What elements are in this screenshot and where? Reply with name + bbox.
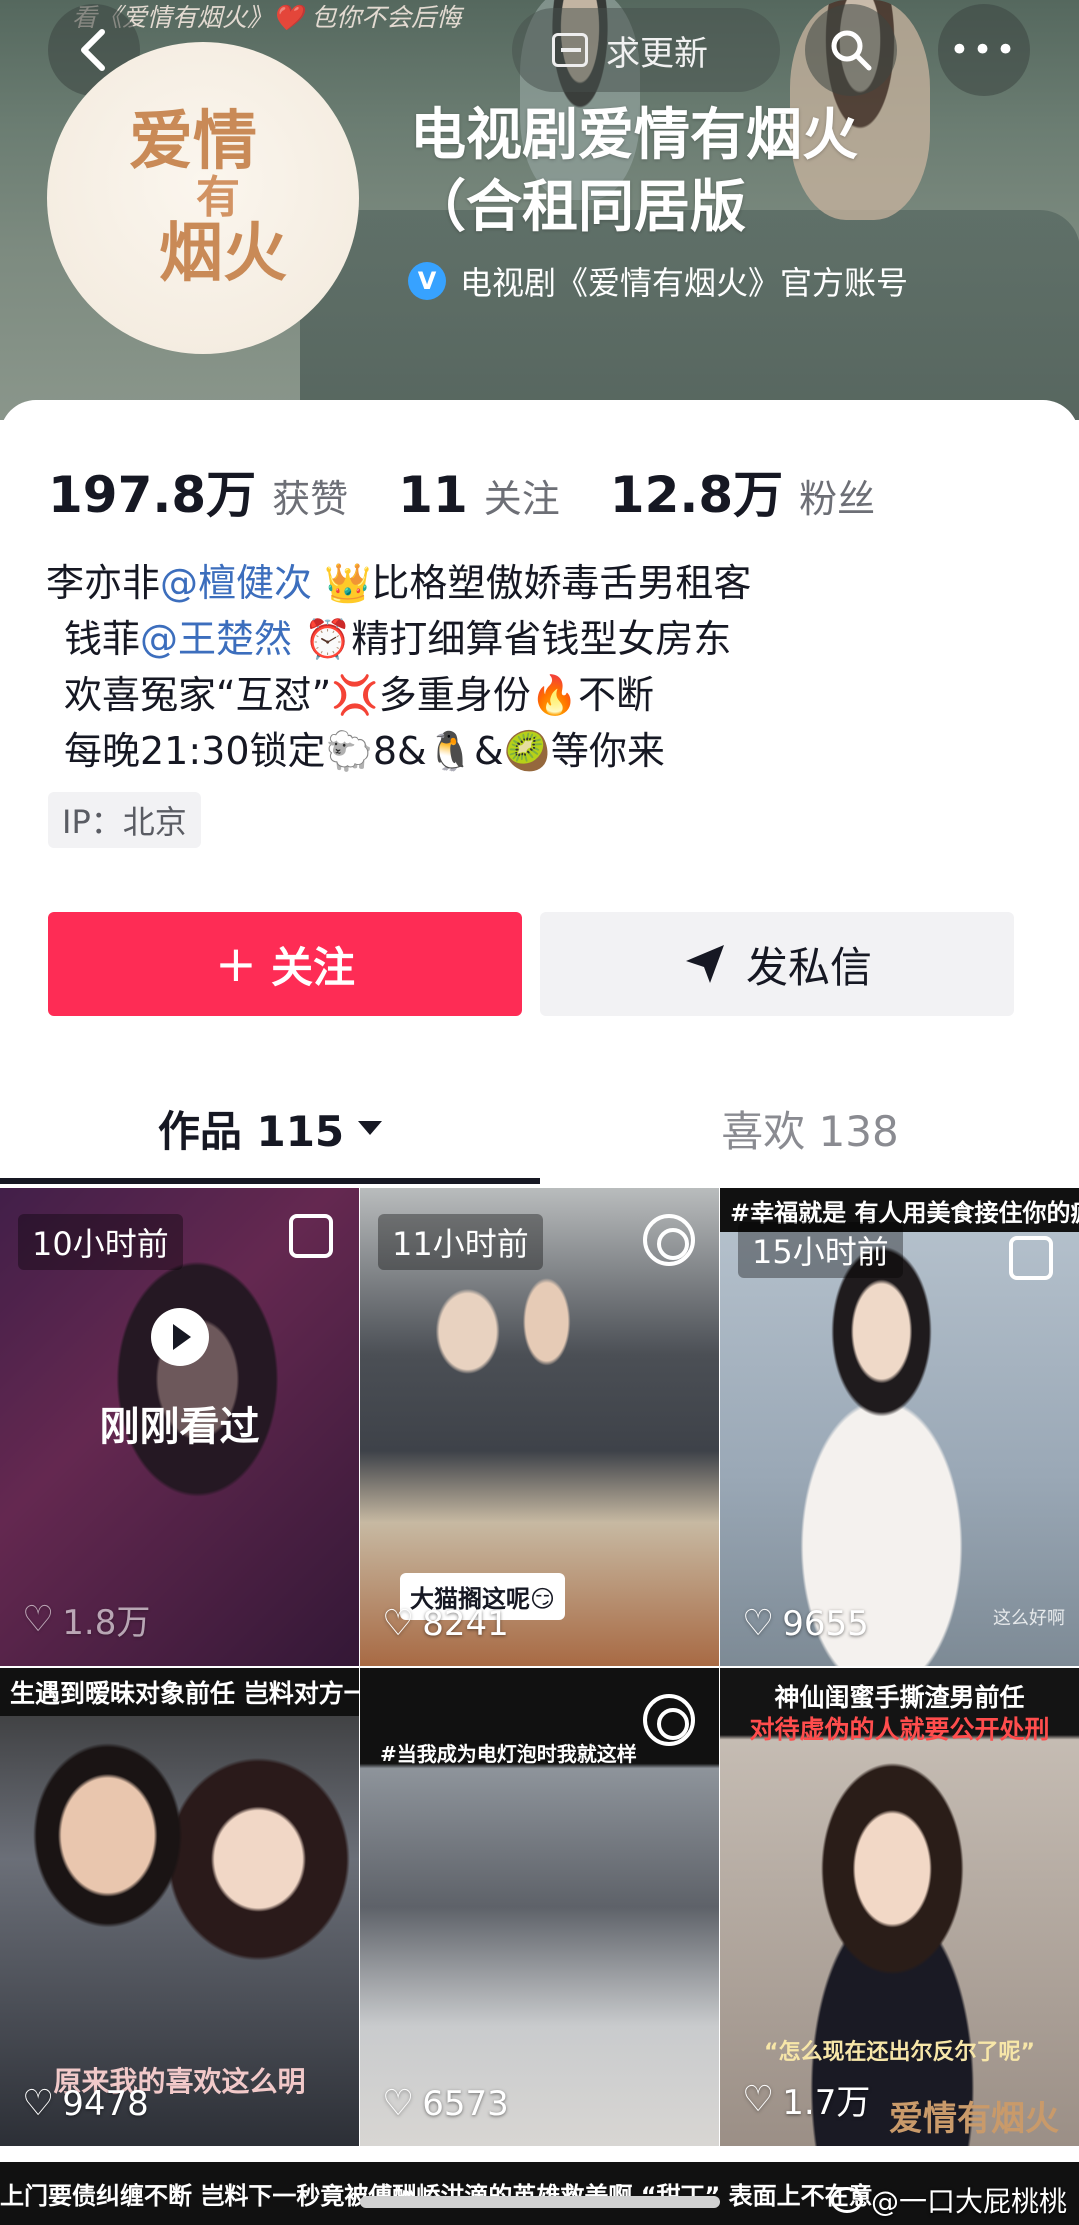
request-update-label: 求更新	[606, 33, 708, 74]
video-top-caption: 神仙闺蜜手撕渣男前任	[774, 1683, 1025, 1712]
video-item[interactable]: #幸福就是 有人用美食接住你的疲惫 15小时前 这么好啊 ♡9655	[720, 1188, 1079, 1666]
bio-text: 钱菲	[64, 617, 141, 661]
video-item[interactable]: 神仙闺蜜手撕渣男前任 对待虚伪的人就要公开处刑 “怎么现在还出尔反尔了呢” 爱情…	[720, 1668, 1079, 2146]
caret-down-icon[interactable]	[358, 1121, 383, 1135]
bio-line: 李亦非@檀健次 👑比格塑傲娇毒舌男租客	[46, 555, 751, 611]
video-like-number: 1.8万	[62, 1603, 151, 1643]
send-message-button[interactable]: 发私信	[540, 912, 1014, 1016]
video-like-count: ♡ 9478	[22, 2083, 149, 2124]
search-icon	[831, 30, 872, 71]
video-top-caption-2: 对待虚伪的人就要公开处刑	[749, 1715, 1050, 1744]
video-top-caption: #当我成为电灯泡时我就这样	[380, 1742, 637, 1766]
following-label[interactable]: 关注	[484, 468, 560, 523]
bio-line: 钱菲@王楚然 ⏰精打细算省钱型女房东	[46, 611, 751, 667]
profile-stats: 197.8万 获赞 11 关注 12.8万 粉丝	[48, 455, 925, 527]
video-item[interactable]: 10小时前 刚刚看过 ♡ 1.8万	[0, 1188, 359, 1666]
heart-icon: ♡	[382, 1603, 415, 1644]
send-message-label: 发私信	[745, 942, 872, 992]
video-like-count: ♡ 9655	[742, 1603, 869, 1644]
video-like-count: ♡ 1.8万	[22, 1595, 150, 1644]
bio-line: 欢喜冤家“互怼”💢多重身份🔥不断	[64, 673, 655, 717]
heart-icon: ♡	[742, 1603, 775, 1644]
video-like-count: ♡ 6573	[382, 2083, 509, 2124]
mention-link[interactable]: @檀健次	[160, 561, 312, 605]
video-like-number: 9478	[62, 2083, 149, 2124]
recently-watched-label: 刚刚看过	[99, 1404, 260, 1450]
multi-image-icon	[1009, 1236, 1053, 1280]
mention-link[interactable]: @王楚然	[140, 617, 292, 661]
home-indicator[interactable]	[360, 2196, 720, 2208]
heart-icon: ♡	[382, 2083, 415, 2124]
bio-text: 👑比格塑傲娇毒舌男租客	[312, 561, 752, 605]
request-update-icon	[552, 33, 588, 67]
video-subtitle: “怎么现在还出尔反尔了呢”	[764, 2040, 1035, 2065]
avatar-logo-line: 烟火	[159, 216, 287, 291]
live-ring-icon	[643, 1694, 695, 1746]
send-icon	[685, 945, 724, 983]
chevron-left-icon	[81, 29, 105, 71]
heart-icon: ♡	[22, 1599, 55, 1640]
search-button[interactable]	[805, 4, 897, 96]
bio-line: 每晚21:30锁定🐑8&🐧&🥝等你来	[64, 729, 665, 773]
likes-label: 获赞	[272, 477, 349, 521]
video-like-count: ♡ 8241	[382, 1603, 509, 1644]
video-corner-text: 这么好啊	[993, 1608, 1065, 1629]
active-tab-indicator	[0, 1178, 540, 1184]
watermark-text: @一口大屁桃桃	[870, 2185, 1067, 2218]
more-button[interactable]: •••	[938, 4, 1030, 96]
plus-icon: +	[215, 935, 257, 993]
play-icon	[150, 1308, 209, 1366]
heart-icon: ♡	[22, 2083, 55, 2124]
tab-works[interactable]: 作品 115	[0, 1078, 540, 1178]
profile-bio: 李亦非@檀健次 👑比格塑傲娇毒舌男租客 钱菲@王楚然 ⏰精打细算省钱型女房东 欢…	[46, 555, 751, 779]
watermark: @一口大屁桃桃	[830, 2180, 1067, 2220]
video-top-caption: 生遇到暧昧对象前任 岂料对方一眼	[0, 1668, 359, 1716]
avatar-logo-line: 有	[196, 172, 240, 223]
weibo-icon	[830, 2187, 863, 2213]
multi-image-icon	[289, 1214, 333, 1258]
video-item[interactable]: 生遇到暧昧对象前任 岂料对方一眼 原来我的喜欢这么明 ♡ 9478	[0, 1668, 359, 2146]
avatar-logo-line: 爱情	[129, 104, 257, 179]
video-like-number: 1.7万	[782, 2083, 871, 2123]
profile-header: 看《爱情有烟火》❤️ 包你不会后悔 求更新 ••• 爱情 有 烟火 电视剧爱情有…	[0, 0, 1079, 420]
verified-label: 电视剧《爱情有烟火》官方账号	[460, 264, 909, 302]
account-name: 电视剧爱情有烟火 （合租同居版	[410, 100, 1050, 244]
follow-label: 关注	[270, 942, 355, 992]
account-name-line1: 电视剧爱情有烟火	[410, 103, 858, 168]
following-count[interactable]: 11	[398, 466, 468, 524]
more-icon: •••	[949, 30, 1019, 70]
request-update-button[interactable]: 求更新	[512, 8, 780, 92]
fans-label[interactable]: 粉丝	[799, 468, 875, 523]
bio-text: 李亦非	[46, 561, 161, 605]
video-time-badge: 11小时前	[378, 1214, 543, 1270]
verified-info: V 电视剧《爱情有烟火》官方账号	[408, 258, 908, 304]
video-like-number: 9655	[782, 1603, 869, 1644]
video-item[interactable]: #当我成为电灯泡时我就这样 ♡ 6573	[360, 1668, 719, 2146]
recently-watched-indicator: 刚刚看过	[0, 1308, 359, 1452]
drama-logo: 爱情有烟火	[889, 2099, 1059, 2139]
verified-icon: V	[408, 262, 446, 300]
tab-likes-label: 喜欢 138	[721, 1106, 899, 1156]
avatar[interactable]: 爱情 有 烟火	[47, 42, 359, 354]
follow-button[interactable]: + 关注	[48, 912, 522, 1016]
account-name-line2: （合租同居版	[410, 175, 746, 240]
heart-icon: ♡	[742, 2079, 775, 2120]
fans-count[interactable]: 12.8万	[610, 455, 783, 527]
video-like-count: ♡ 1.7万	[742, 2075, 870, 2124]
video-like-number: 8241	[422, 1603, 509, 1644]
tab-likes[interactable]: 喜欢 138	[540, 1078, 1079, 1178]
bio-text: ⏰精打细算省钱型女房东	[292, 617, 732, 661]
video-like-number: 6573	[422, 2083, 509, 2124]
video-time-badge: 10小时前	[18, 1214, 183, 1270]
video-item[interactable]: 11小时前 大猫搁这呢😏 ♡ 8241	[360, 1188, 719, 1666]
live-ring-icon	[643, 1214, 695, 1266]
tab-works-label: 作品 115	[157, 1106, 345, 1156]
content-tabs: 作品 115 喜欢 138	[0, 1078, 1079, 1188]
likes-count: 197.8万	[48, 466, 257, 524]
ip-location-tag: IP：北京	[48, 792, 201, 848]
video-time-badge: 15小时前	[738, 1222, 903, 1278]
